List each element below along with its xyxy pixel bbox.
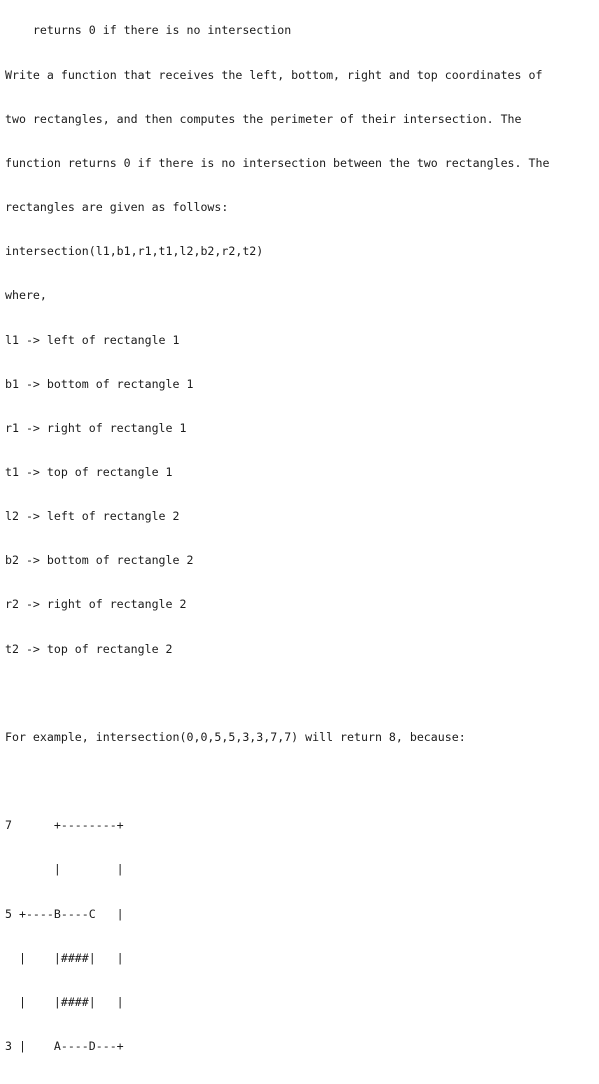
ascii-diagram-row-6: | | xyxy=(5,1083,549,1084)
code-line-where: where, xyxy=(5,288,47,303)
code-line-param-l2: l2 -> left of rectangle 2 xyxy=(5,509,180,524)
code-line-4: rectangles are given as follows: xyxy=(5,200,229,215)
code-line-param-l1: l1 -> left of rectangle 1 xyxy=(5,332,180,347)
code-line-3: function returns 0 if there is no inters… xyxy=(5,155,550,170)
code-line-param-r1: r1 -> right of rectangle 1 xyxy=(5,420,187,435)
code-line-2: two rectangles, and then computes the pe… xyxy=(5,111,522,126)
code-line-param-b2: b2 -> bottom of rectangle 2 xyxy=(5,553,194,568)
ascii-diagram-row-2: 5 +----B----C | xyxy=(5,906,124,921)
ascii-diagram-row-5: 3 | A----D---+ xyxy=(5,1039,124,1054)
code-line-param-t2: t2 -> top of rectangle 2 xyxy=(5,641,173,656)
code-line-1: Write a function that receives the left,… xyxy=(5,67,543,82)
ascii-diagram-row-0: 7 +--------+ xyxy=(5,818,124,833)
ascii-diagram-row-3: | |####| | xyxy=(5,950,124,965)
code-line-example-intro: For example, intersection(0,0,5,5,3,3,7,… xyxy=(5,729,466,744)
code-line-blank-2 xyxy=(5,774,549,789)
ascii-diagram-row-4: | |####| | xyxy=(5,994,124,1009)
code-line-0: returns 0 if there is no intersection xyxy=(5,23,292,38)
code-line-param-r2: r2 -> right of rectangle 2 xyxy=(5,597,187,612)
code-line-param-t1: t1 -> top of rectangle 1 xyxy=(5,465,173,479)
code-line-blank-1 xyxy=(5,686,549,701)
code-line-signature: intersection(l1,b1,r1,t1,l2,b2,r2,t2) xyxy=(5,244,264,259)
code-line-param-b1: b1 -> bottom of rectangle 1 xyxy=(5,376,194,391)
code-listing: returns 0 if there is no intersection Wr… xyxy=(5,0,549,1084)
ascii-diagram-row-1: | | xyxy=(5,862,124,877)
